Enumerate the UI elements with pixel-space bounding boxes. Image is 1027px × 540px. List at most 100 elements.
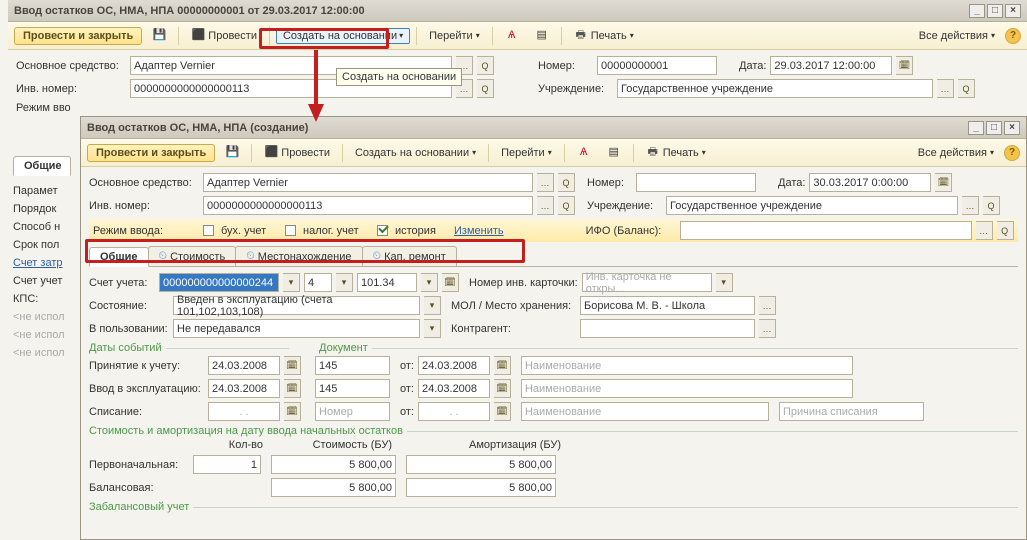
print-button[interactable]: 🖶Печать▾: [568, 27, 640, 45]
help-icon[interactable]: ?: [1004, 145, 1020, 161]
mol-select-button[interactable]: …: [759, 296, 776, 315]
exp-name-field[interactable]: Наименование: [521, 379, 853, 398]
help-icon[interactable]: ?: [1005, 28, 1021, 44]
uchr-select-button[interactable]: …: [937, 79, 954, 98]
dt-kt-button[interactable]: Ѧ: [571, 144, 597, 162]
amort-field[interactable]: 5 800,00: [406, 455, 556, 474]
chevron-down-icon: ▾: [991, 31, 995, 40]
uchr-field[interactable]: Государственное учреждение: [666, 196, 958, 215]
create-on-basis-button[interactable]: Создать на основании▾: [276, 28, 410, 44]
number-field[interactable]: [636, 173, 756, 192]
acct-select-button[interactable]: ▾: [283, 273, 300, 292]
list-button[interactable]: ▤: [601, 144, 627, 162]
post-close-button[interactable]: Провести и закрыть: [14, 27, 142, 45]
tab-cost[interactable]: ⏲Стоимость: [148, 246, 237, 266]
save-button[interactable]: 💾: [146, 27, 172, 45]
acct2-field[interactable]: 4: [304, 273, 332, 292]
ifo-select-button[interactable]: …: [976, 221, 993, 240]
hist-checkbox[interactable]: [377, 225, 388, 236]
balance-cost-field[interactable]: 5 800,00: [271, 478, 396, 497]
contr-select-button[interactable]: …: [759, 319, 776, 338]
mode-change-link[interactable]: Изменить: [454, 225, 504, 237]
all-actions-button[interactable]: Все действия▾: [913, 28, 1001, 44]
post-button[interactable]: ⬛Провести: [258, 144, 336, 162]
goto-button[interactable]: Перейти▾: [495, 145, 558, 161]
dt-kt-button[interactable]: Ѧ: [499, 27, 525, 45]
accept-ot-picker[interactable]: 🗓: [494, 356, 511, 375]
balance-amort-field[interactable]: 5 800,00: [406, 478, 556, 497]
nal-checkbox[interactable]: [285, 225, 296, 236]
create-on-basis-button[interactable]: Создать на основании▾: [349, 145, 482, 161]
owner-select-button[interactable]: ▾: [424, 319, 441, 338]
writeoff-name-field[interactable]: Наименование: [521, 402, 769, 421]
date-picker-button[interactable]: 🗓: [935, 173, 952, 192]
minimize-button[interactable]: _: [968, 121, 984, 135]
writeoff-date-picker[interactable]: 🗓: [284, 402, 301, 421]
tab-common-back[interactable]: Общие: [13, 156, 71, 176]
writeoff-num-field[interactable]: Номер: [315, 402, 390, 421]
number-field[interactable]: 00000000001: [597, 56, 717, 75]
print-button[interactable]: 🖶Печать▾: [640, 144, 712, 162]
uchr-select-button[interactable]: …: [962, 196, 979, 215]
tab-repair[interactable]: ⏲Кап. ремонт: [362, 246, 457, 266]
qty-field[interactable]: 1: [193, 455, 261, 474]
exp-date-picker[interactable]: 🗓: [284, 379, 301, 398]
tab-location[interactable]: ⏲Местонахождение: [235, 246, 362, 266]
owner-field[interactable]: Не передавался: [173, 319, 420, 338]
save-button[interactable]: 💾: [219, 144, 245, 162]
post-close-button[interactable]: Провести и закрыть: [87, 144, 215, 162]
mol-field[interactable]: Борисова М. В. - Школа: [580, 296, 755, 315]
acct2-select-button[interactable]: ▾: [336, 273, 353, 292]
card-field[interactable]: Инв. карточка не откры...: [582, 273, 712, 292]
asset-field[interactable]: Адаптер Vernier: [203, 173, 533, 192]
post-button[interactable]: ⬛Провести: [185, 27, 263, 45]
all-actions-button[interactable]: Все действия▾: [912, 145, 1000, 161]
close-button[interactable]: ×: [1004, 121, 1020, 135]
inv-field[interactable]: 0000000000000000113: [203, 196, 533, 215]
acct3-open-button[interactable]: 🗓: [442, 273, 459, 292]
exp-num-field[interactable]: 145: [315, 379, 390, 398]
asset-open-button[interactable]: Q: [558, 173, 575, 192]
asset-open-button[interactable]: Q: [477, 56, 494, 75]
inv-select-button[interactable]: …: [537, 196, 554, 215]
ifo-field[interactable]: [680, 221, 972, 240]
accept-ot-field[interactable]: 24.03.2008: [418, 356, 490, 375]
ifo-open-button[interactable]: Q: [997, 221, 1014, 240]
exp-ot-picker[interactable]: 🗓: [494, 379, 511, 398]
exp-date-field[interactable]: 24.03.2008: [208, 379, 280, 398]
maximize-button[interactable]: □: [987, 4, 1003, 18]
accept-date-picker[interactable]: 🗓: [284, 356, 301, 375]
date-label: Дата:: [739, 60, 766, 72]
minimize-button[interactable]: _: [969, 4, 985, 18]
asset-select-button[interactable]: …: [537, 173, 554, 192]
card-open-button[interactable]: ▾: [716, 273, 733, 292]
maximize-button[interactable]: □: [986, 121, 1002, 135]
uchr-open-button[interactable]: Q: [983, 196, 1000, 215]
uchr-open-button[interactable]: Q: [958, 79, 975, 98]
goto-button[interactable]: Перейти▾: [423, 28, 486, 44]
acct-field[interactable]: 000000000000000244: [159, 273, 279, 292]
tab-common[interactable]: Общие: [89, 247, 149, 267]
accept-name-field[interactable]: Наименование: [521, 356, 853, 375]
accept-num-field[interactable]: 145: [315, 356, 390, 375]
cost-field[interactable]: 5 800,00: [271, 455, 396, 474]
date-field[interactable]: 29.03.2017 12:00:00: [770, 56, 892, 75]
contr-field[interactable]: [580, 319, 755, 338]
accept-date-field[interactable]: 24.03.2008: [208, 356, 280, 375]
exp-ot-field[interactable]: 24.03.2008: [418, 379, 490, 398]
inv-open-button[interactable]: Q: [558, 196, 575, 215]
acct3-select-button[interactable]: ▾: [421, 273, 438, 292]
writeoff-ot-picker[interactable]: 🗓: [494, 402, 511, 421]
buh-checkbox[interactable]: [203, 225, 214, 236]
list-button[interactable]: ▤: [529, 27, 555, 45]
state-field[interactable]: Введен в эксплуатацию (счета 101,102,103…: [173, 296, 420, 315]
acct3-field[interactable]: 101.34: [357, 273, 417, 292]
date-field[interactable]: 30.03.2017 0:00:00: [809, 173, 931, 192]
uchr-field[interactable]: Государственное учреждение: [617, 79, 933, 98]
writeoff-reason-field[interactable]: Причина списания: [779, 402, 924, 421]
date-picker-button[interactable]: 🗓: [896, 56, 913, 75]
state-select-button[interactable]: ▾: [424, 296, 441, 315]
inv-open-button[interactable]: Q: [477, 79, 494, 98]
close-button[interactable]: ×: [1005, 4, 1021, 18]
dtkt-icon: Ѧ: [505, 29, 519, 43]
